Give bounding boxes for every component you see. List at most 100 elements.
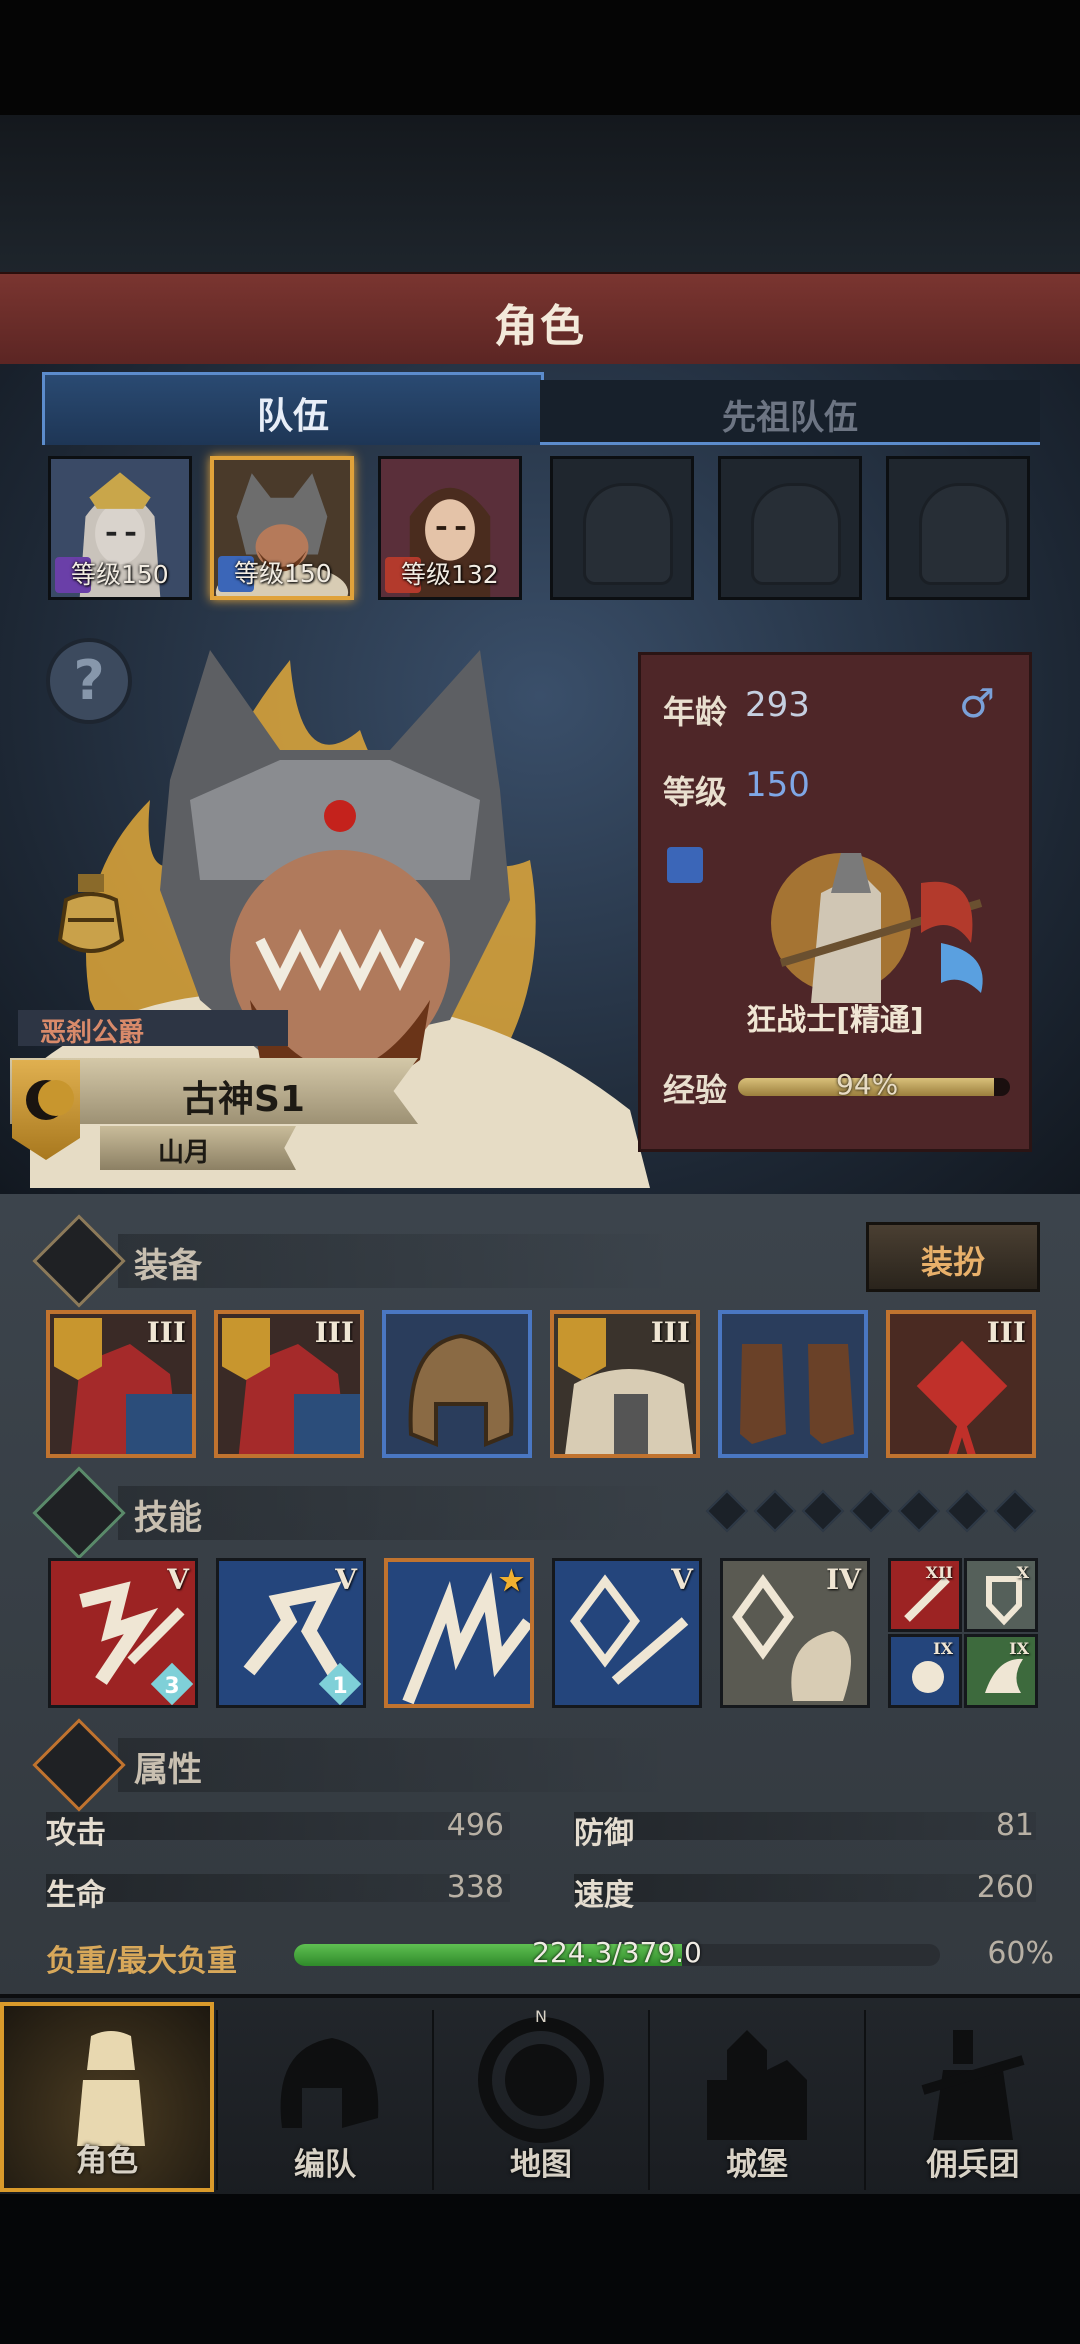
hero-level-2: 等级150 [234,559,332,588]
passive-rank-2: X [1016,1563,1029,1582]
party-slot-1[interactable]: 等级150 [48,456,192,600]
passive-rank-1: XII [925,1563,953,1582]
party-slot-2[interactable]: 等级150 [210,456,354,600]
title-banner: 角色 [0,272,1080,369]
passive-skill-4[interactable]: IX [964,1634,1038,1708]
passive-skill-1[interactable]: XII [888,1558,962,1632]
dress-up-button[interactable]: 装扮 [866,1222,1040,1292]
load-label: 负重/最大负重 [46,1944,237,1979]
nav-character-label: 角色 [76,2143,138,2179]
helmet-icon [386,1314,528,1454]
passive-skill-3[interactable]: IX [888,1634,962,1708]
nav-character[interactable]: 角色 [0,2002,214,2192]
skill-slot-5[interactable]: IV [720,1558,870,1708]
character-title: 恶刹公爵 [40,1018,145,1048]
equipment-title: 装备 [134,1246,202,1286]
equip-rank-1: III [146,1316,186,1349]
party-slot-empty-3[interactable] [886,456,1030,600]
skill-slot-2[interactable]: V 1 [216,1558,366,1708]
nav-mercenary-label: 佣兵团 [926,2147,1020,2183]
boots-icon [722,1314,864,1454]
equip-slot-1[interactable]: III [46,1310,196,1458]
attributes-title: 属性 [134,1750,202,1790]
equip-slot-5[interactable] [718,1310,868,1458]
level-label: 等级 [663,773,728,811]
potion-icon[interactable] [52,870,130,960]
skill-rank-5: IV [826,1563,861,1596]
nav-formation[interactable]: 编队 [218,2002,432,2192]
skill-rank-2: V [335,1563,357,1596]
attributes-header-strip [118,1738,678,1792]
sword-icon [667,847,703,883]
skill-badge-2: 1 [332,1674,348,1699]
hero-level-1: 等级150 [71,560,169,589]
defense-value: 81 [995,1808,1034,1843]
class-portrait [771,853,983,1003]
equipment-header-strip [118,1234,678,1288]
exp-percent: 94% [836,1068,899,1101]
party-slot-empty-1[interactable] [550,456,694,600]
helmet-icon [280,2038,379,2128]
nav-map-label: 地图 [510,2147,572,2183]
speed-label: 速度 [574,1878,634,1913]
nav-castle-label: 城堡 [726,2147,788,2183]
tab-team-label: 队伍 [256,396,329,437]
tab-team[interactable]: 队伍 [42,372,544,445]
male-icon: ♂ [959,681,995,727]
equip-rank-2: III [314,1316,354,1349]
skill-slot-3[interactable]: ★ [384,1558,534,1708]
mercenary-icon [921,2030,1025,2140]
empty-helmet-icon [919,483,1009,585]
nav-castle[interactable]: 城堡 [650,2002,864,2192]
nav-mercenary[interactable]: 佣兵团 [866,2002,1080,2192]
nav-map[interactable]: N 地图 [434,2002,648,2192]
compass-icon: N [478,2007,604,2143]
skill-rank-3: ★ [498,1564,524,1597]
hp-value: 338 [446,1870,504,1905]
character-name: 古神S1 [182,1079,305,1120]
upper-background [0,115,1080,275]
nav-formation-label: 编队 [294,2147,356,2183]
defense-label: 防御 [574,1816,634,1851]
party-slot-3[interactable]: 等级132 [378,456,522,600]
equip-slot-6[interactable]: III [886,1310,1036,1458]
status-bar-area [0,0,1080,115]
load-text: 224.3/379.0 [532,1936,702,1969]
character-origin: 山月 [158,1138,211,1168]
equip-rank-4: III [650,1316,690,1349]
knight-icon [77,2031,145,2146]
party-slot-empty-2[interactable] [718,456,862,600]
title-tag: 恶刹公爵 [18,1010,288,1048]
age-value: 293 [745,685,810,725]
skill-rank-1: V [167,1563,189,1596]
character-info-card: 年龄 293 ♂ 等级 150 狂战士[精通] 经验 [638,652,1032,1152]
castle-icon [707,2030,807,2140]
exp-label: 经验 [663,1071,728,1109]
equip-rank-6: III [986,1316,1026,1349]
attack-value: 496 [446,1808,504,1843]
passive-skill-2[interactable]: X [964,1558,1038,1632]
equip-slot-3[interactable] [382,1310,532,1458]
skills-header-strip [118,1486,678,1540]
equip-slot-2[interactable]: III [214,1310,364,1458]
level-value: 150 [745,765,810,805]
equip-slot-4[interactable]: III [550,1310,700,1458]
passive-rank-3: IX [933,1639,953,1658]
age-label: 年龄 [663,693,728,731]
empty-helmet-icon [583,483,673,585]
tab-ancestor-team[interactable]: 先祖队伍 [540,380,1040,445]
help-button[interactable]: ? [46,638,132,724]
tab-ancestor-label: 先祖队伍 [722,398,858,438]
bottom-band [0,2194,1080,2344]
class-name: 狂战士[精通] [746,1003,924,1038]
skill-slot-4[interactable]: V [552,1558,702,1708]
passive-rank-4: IX [1009,1639,1029,1658]
hp-label: 生命 [46,1878,106,1913]
svg-text:N: N [535,2007,547,2026]
speed-value: 260 [976,1870,1034,1905]
page-title: 角色 [494,301,586,352]
load-percent: 60% [987,1936,1054,1971]
attack-label: 攻击 [46,1816,106,1851]
empty-helmet-icon [751,483,841,585]
skill-slot-1[interactable]: V 3 [48,1558,198,1708]
